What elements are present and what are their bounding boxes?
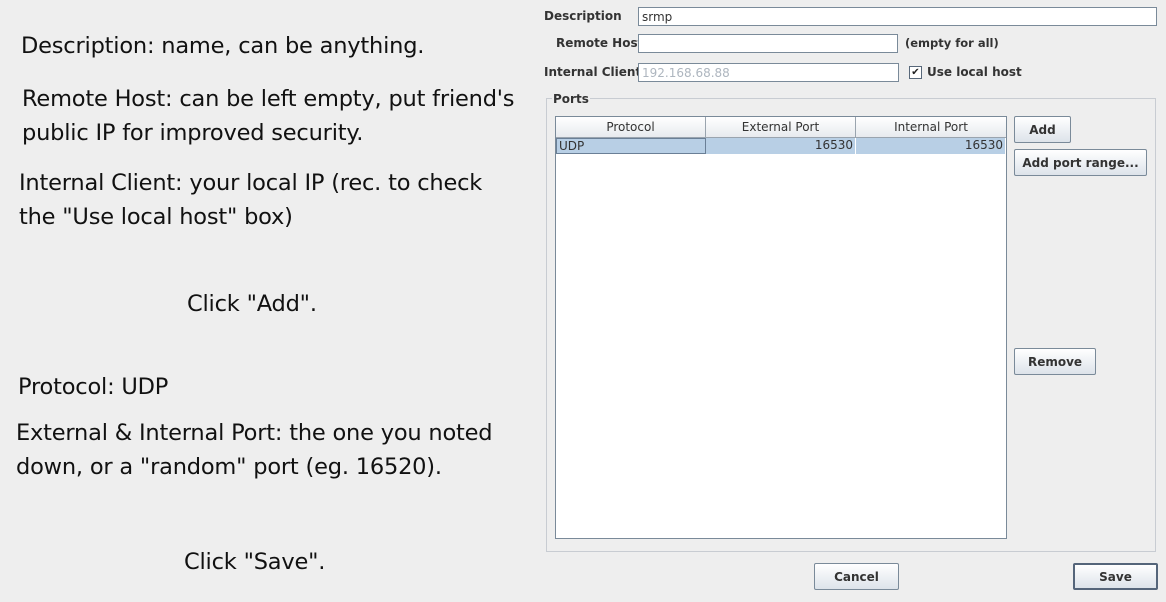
column-header-external-port[interactable]: External Port	[706, 117, 856, 138]
cell-protocol[interactable]: UDP	[556, 138, 706, 154]
table-row[interactable]: UDP 16530 16530	[556, 138, 1006, 154]
checkbox-check-icon[interactable]: ✔	[909, 65, 922, 79]
column-header-internal-port[interactable]: Internal Port	[856, 117, 1006, 138]
remote-host-input[interactable]	[638, 34, 898, 53]
add-port-range-button[interactable]: Add port range...	[1014, 149, 1147, 176]
cell-internal-port[interactable]: 16530	[856, 138, 1006, 154]
save-button[interactable]: Save	[1073, 563, 1158, 590]
add-button[interactable]: Add	[1014, 116, 1071, 143]
ports-table[interactable]: Protocol External Port Internal Port UDP…	[555, 116, 1007, 539]
internal-client-label: Internal Client	[544, 65, 642, 79]
note-click-add: Click "Add".	[187, 291, 317, 317]
ports-group-title: Ports	[552, 92, 590, 106]
note-internal-client-line1: Internal Client: your local IP (rec. to …	[19, 170, 483, 196]
note-remote-host-line2: public IP for improved security.	[22, 120, 364, 146]
description-label: Description	[544, 9, 622, 23]
note-click-save: Click "Save".	[184, 549, 326, 575]
cancel-button[interactable]: Cancel	[814, 563, 899, 590]
remote-host-label: Remote Host	[556, 36, 644, 50]
remote-host-hint: (empty for all)	[905, 36, 999, 50]
remove-button[interactable]: Remove	[1014, 348, 1096, 375]
use-local-host-checkbox[interactable]: ✔ Use local host	[909, 65, 1022, 79]
note-internal-client-line2: the "Use local host" box)	[19, 204, 293, 230]
cell-external-port[interactable]: 16530	[706, 138, 856, 154]
note-ports-line1: External & Internal Port: the one you no…	[16, 420, 493, 446]
internal-client-input[interactable]	[638, 63, 899, 82]
description-input[interactable]	[638, 7, 1157, 26]
port-forwarding-guide: Description: name, can be anything. Remo…	[0, 0, 1166, 602]
note-ports-line2: down, or a "random" port (eg. 16520).	[16, 454, 442, 480]
use-local-host-label: Use local host	[927, 65, 1022, 79]
ports-table-header: Protocol External Port Internal Port	[556, 117, 1006, 138]
note-remote-host-line1: Remote Host: can be left empty, put frie…	[22, 86, 515, 112]
column-header-protocol[interactable]: Protocol	[556, 117, 706, 138]
note-description: Description: name, can be anything.	[21, 33, 425, 59]
note-protocol: Protocol: UDP	[18, 374, 169, 400]
